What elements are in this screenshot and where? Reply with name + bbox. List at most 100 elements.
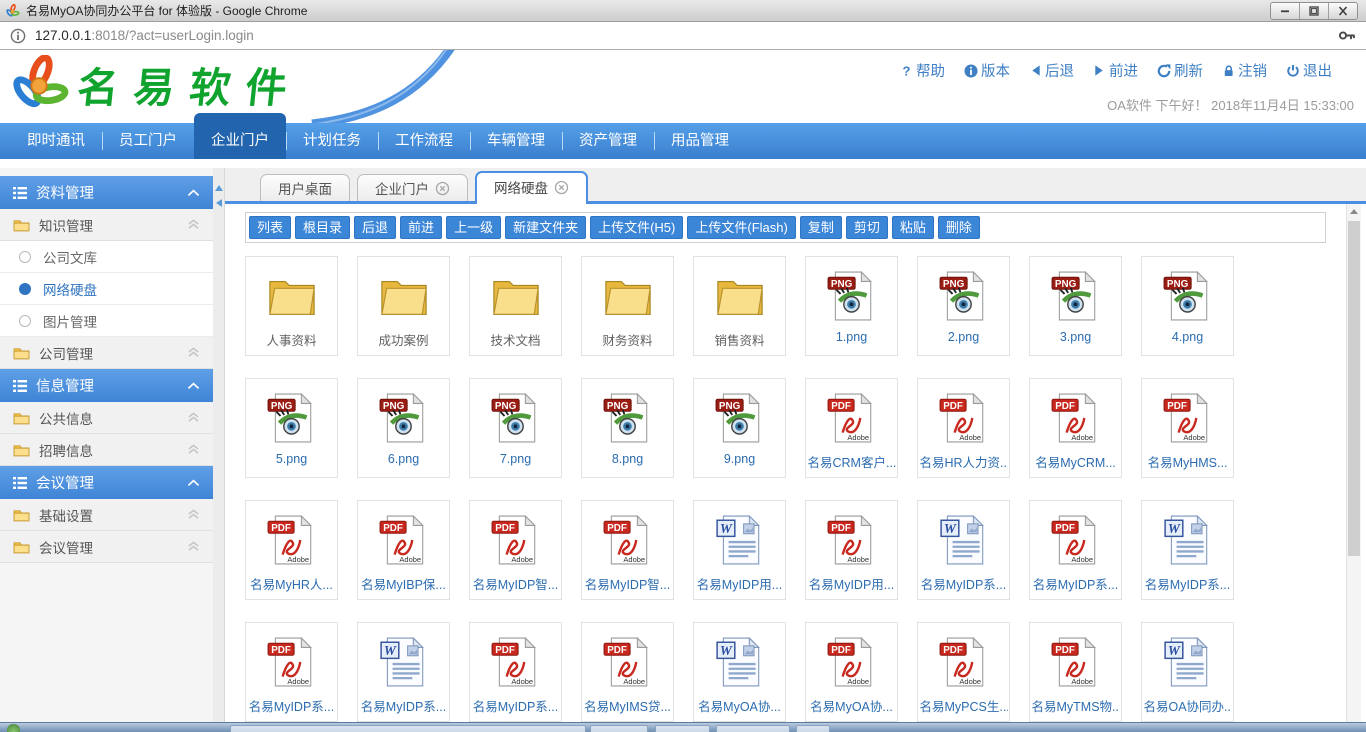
sidebar-item[interactable]: 网络硬盘 [0,273,213,305]
file-item[interactable]: W名易MyIDP系... [1141,500,1234,600]
sidebar-item[interactable]: 图片管理 [0,305,213,337]
taskbar-button[interactable] [655,725,710,732]
file-item[interactable]: PDFAdobe名易MyHR人... [245,500,338,600]
header-link-logout[interactable]: 注销 [1222,60,1267,81]
file-item[interactable]: PNG1.png [805,256,898,356]
sidebar-group-header[interactable]: 资料管理 [0,176,213,209]
sidebar-item[interactable]: 公司管理 [0,337,213,369]
file-item[interactable]: W名易MyIDP用... [693,500,786,600]
file-item[interactable]: PNG8.png [581,378,674,478]
url-bar[interactable]: 127.0.0.1:8018/?act=userLogin.login [0,22,1366,50]
vertical-scrollbar[interactable] [1346,204,1361,732]
toolbar-button[interactable]: 上一级 [446,216,501,239]
nav-item[interactable]: 工作流程 [378,123,470,159]
sidebar-item[interactable]: 招聘信息 [0,434,213,466]
toolbar-button[interactable]: 剪切 [846,216,888,239]
file-item[interactable]: PDFAdobe名易MyHMS... [1141,378,1234,478]
header-link-help[interactable]: ?帮助 [900,60,945,81]
header-link-exit[interactable]: 退出 [1286,60,1332,81]
header-link-back[interactable]: 后退 [1029,60,1074,81]
toolbar-button[interactable]: 后退 [354,216,396,239]
file-item[interactable]: PDFAdobe名易MyIDP智... [469,500,562,600]
sidebar-item[interactable]: 知识管理 [0,209,213,241]
file-item[interactable]: 人事资料 [245,256,338,356]
scrollbar-up-button[interactable] [1347,204,1361,219]
maximize-button[interactable] [1299,3,1328,19]
tab[interactable]: 用户桌面 [260,174,350,201]
file-item[interactable]: PDFAdobe名易MyCRM... [1029,378,1122,478]
url-text[interactable]: 127.0.0.1:8018/?act=userLogin.login [35,28,1338,43]
taskbar-button[interactable] [590,725,648,732]
scrollbar-thumb[interactable] [1348,221,1360,556]
nav-item[interactable]: 企业门户 [194,113,286,159]
header-link-version[interactable]: 版本 [964,60,1010,81]
file-item[interactable]: PNG7.png [469,378,562,478]
file-item[interactable]: 销售资料 [693,256,786,356]
file-item[interactable]: PNG3.png [1029,256,1122,356]
sidebar-splitter[interactable] [213,168,225,732]
tab[interactable]: 网络硬盘 [475,171,588,204]
file-item[interactable]: PDFAdobe名易MyPCS生... [917,622,1010,722]
file-item[interactable]: PDFAdobe名易MyIDP系... [469,622,562,722]
file-item[interactable]: PDFAdobe名易MyIMS贷... [581,622,674,722]
nav-item[interactable]: 即时通讯 [10,123,102,159]
toolbar-button[interactable]: 前进 [400,216,442,239]
toolbar-button[interactable]: 上传文件(Flash) [687,216,795,239]
toolbar-button[interactable]: 根目录 [295,216,350,239]
file-item[interactable]: PNG9.png [693,378,786,478]
tab[interactable]: 企业门户 [357,174,468,201]
sidebar-item[interactable]: 公司文库 [0,241,213,273]
taskbar-button[interactable] [716,725,790,732]
file-item[interactable]: W名易MyIDP系... [917,500,1010,600]
page-info-icon[interactable] [10,28,26,44]
file-item[interactable]: 技术文档 [469,256,562,356]
file-item[interactable]: PDFAdobe名易HR人力资... [917,378,1010,478]
file-item[interactable]: PNG6.png [357,378,450,478]
file-item[interactable]: PDFAdobe名易CRM客户... [805,378,898,478]
file-item[interactable]: W名易MyIDP系... [357,622,450,722]
toolbar-button[interactable]: 上传文件(H5) [590,216,683,239]
file-item[interactable]: W名易OA协同办... [1141,622,1234,722]
file-item[interactable]: PDFAdobe名易MyOA协... [805,622,898,722]
sidebar-group-header[interactable]: 会议管理 [0,466,213,499]
nav-item[interactable]: 资产管理 [562,123,654,159]
taskbar-button[interactable] [230,725,586,732]
file-item[interactable]: PDFAdobe名易MyIDP用... [805,500,898,600]
file-item[interactable]: PDFAdobe名易MyIDP智... [581,500,674,600]
nav-item[interactable]: 车辆管理 [470,123,562,159]
close-button[interactable] [1328,3,1357,19]
file-item[interactable]: PNG2.png [917,256,1010,356]
minimize-button[interactable] [1271,3,1299,19]
file-item[interactable]: 财务资料 [581,256,674,356]
header-link-forward[interactable]: 前进 [1093,60,1138,81]
sidebar-group-header[interactable]: 信息管理 [0,369,213,402]
nav-item[interactable]: 计划任务 [286,123,378,159]
sidebar-item[interactable]: 公共信息 [0,402,213,434]
toolbar-button[interactable]: 粘贴 [892,216,934,239]
tab-close-icon[interactable] [435,181,450,196]
nav-item[interactable]: 用品管理 [654,123,746,159]
file-item[interactable]: PDFAdobe名易MyIDP系... [245,622,338,722]
tab-close-icon[interactable] [554,180,569,195]
collapse-left-icon[interactable] [216,199,222,207]
toolbar-button[interactable]: 新建文件夹 [505,216,586,239]
file-item[interactable]: PNG5.png [245,378,338,478]
windows-taskbar[interactable] [0,722,1366,732]
header-link-refresh[interactable]: 刷新 [1157,60,1203,81]
file-item[interactable]: PNG4.png [1141,256,1234,356]
file-item[interactable]: 成功案例 [357,256,450,356]
file-item[interactable]: W名易MyOA协... [693,622,786,722]
file-item[interactable]: PDFAdobe名易MyIBP保... [357,500,450,600]
key-icon[interactable] [1338,29,1356,42]
sidebar-item[interactable]: 会议管理 [0,531,213,563]
scroll-up-icon[interactable] [215,185,223,191]
start-button[interactable] [7,724,20,732]
toolbar-button[interactable]: 列表 [249,216,291,239]
nav-item[interactable]: 员工门户 [102,123,194,159]
file-item[interactable]: PDFAdobe名易MyIDP系... [1029,500,1122,600]
taskbar-button[interactable] [796,725,830,732]
toolbar-button[interactable]: 复制 [800,216,842,239]
sidebar-item[interactable]: 基础设置 [0,499,213,531]
file-item[interactable]: PDFAdobe名易MyTMS物... [1029,622,1122,722]
toolbar-button[interactable]: 删除 [938,216,980,239]
